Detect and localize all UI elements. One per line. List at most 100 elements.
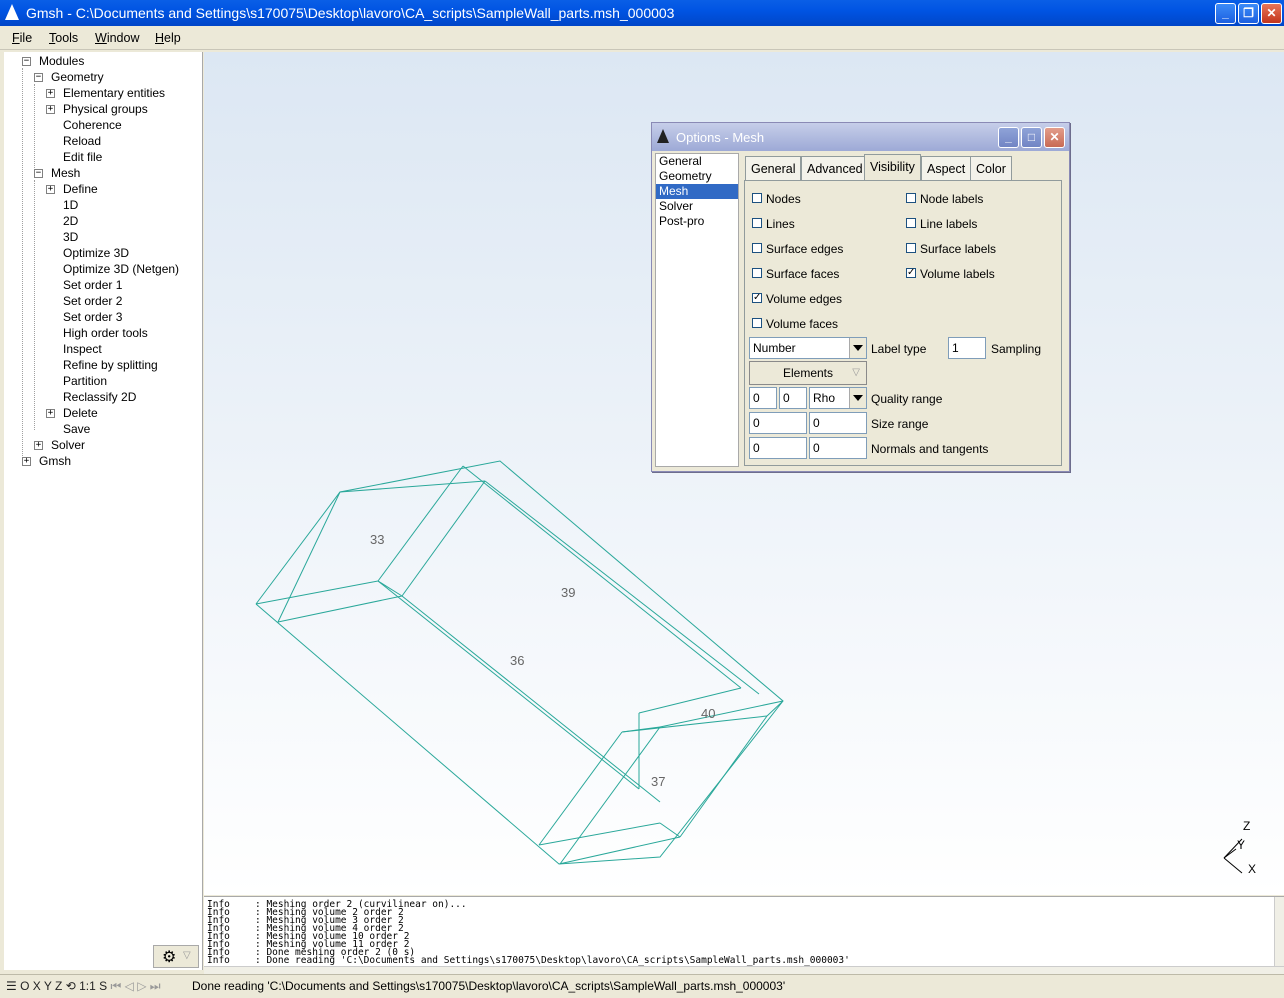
tree-item-set-order-2[interactable]: Set order 2 bbox=[63, 293, 122, 309]
settings-button[interactable]: ⚙ ▽ bbox=[153, 945, 199, 968]
expand-icon[interactable]: + bbox=[46, 89, 55, 98]
checkbox-box[interactable] bbox=[906, 193, 916, 203]
checkbox-box[interactable] bbox=[752, 318, 762, 328]
size-min-input[interactable]: 0 bbox=[749, 412, 807, 434]
category-mesh[interactable]: Mesh bbox=[656, 184, 738, 199]
category-solver[interactable]: Solver bbox=[656, 199, 738, 214]
module-tree: − Modules − Geometry + Elementary entiti… bbox=[4, 52, 203, 970]
collapse-icon[interactable]: − bbox=[22, 57, 31, 66]
menu-tools[interactable]: Tools bbox=[49, 31, 78, 45]
expand-icon[interactable]: + bbox=[46, 105, 55, 114]
category-geometry[interactable]: Geometry bbox=[656, 169, 738, 184]
expand-icon[interactable]: + bbox=[34, 441, 43, 450]
checkbox-box[interactable] bbox=[752, 243, 762, 253]
tab-color[interactable]: Color bbox=[970, 156, 1012, 181]
tab-general[interactable]: General bbox=[745, 156, 802, 181]
checkbox-label: Surface edges bbox=[766, 242, 844, 256]
menu-bar: File Tools Window Help bbox=[0, 26, 1284, 50]
gear-icon: ⚙ bbox=[162, 949, 177, 966]
minimize-button[interactable]: _ bbox=[1215, 3, 1236, 24]
tab-advanced[interactable]: Advanced bbox=[801, 156, 869, 181]
restore-button[interactable]: ❐ bbox=[1238, 3, 1259, 24]
expand-icon[interactable]: + bbox=[46, 185, 55, 194]
chevron-down-icon[interactable] bbox=[849, 388, 866, 408]
tree-item-set-order-3[interactable]: Set order 3 bbox=[63, 309, 122, 325]
tree-item-high-order-tools[interactable]: High order tools bbox=[63, 325, 148, 341]
mesh-edge bbox=[538, 822, 661, 846]
checkbox-label: Node labels bbox=[920, 192, 984, 206]
axis-view-buttons[interactable]: O X Y Z bbox=[20, 979, 62, 993]
tree-item-edit-file[interactable]: Edit file bbox=[63, 149, 102, 165]
gmsh-logo-icon bbox=[657, 129, 669, 143]
expand-icon[interactable]: + bbox=[22, 457, 31, 466]
tree-item-3d[interactable]: 3D bbox=[63, 229, 78, 245]
tree-item-save[interactable]: Save bbox=[63, 421, 90, 437]
playback-controls-icon[interactable]: ⏮ ◁ ▷ ⏭ bbox=[111, 979, 161, 993]
close-button[interactable]: ✕ bbox=[1261, 3, 1282, 24]
checkbox-box[interactable] bbox=[752, 218, 762, 228]
dropdown-triangle-icon: ▽ bbox=[183, 950, 191, 961]
menu-lines-icon[interactable]: ☰ bbox=[6, 979, 17, 993]
checkbox-box[interactable] bbox=[752, 268, 762, 278]
tree-label: Gmsh bbox=[39, 454, 72, 468]
dialog-close-button[interactable]: ✕ bbox=[1044, 127, 1065, 148]
tree-item-coherence[interactable]: Coherence bbox=[63, 117, 122, 133]
tree-item-optimize-3d-netgen[interactable]: Optimize 3D (Netgen) bbox=[63, 261, 179, 277]
tree-item-reload[interactable]: Reload bbox=[63, 133, 101, 149]
collapse-icon[interactable]: − bbox=[34, 73, 43, 82]
expand-icon[interactable]: + bbox=[46, 409, 55, 418]
tree-item-optimize-3d[interactable]: Optimize 3D bbox=[63, 245, 129, 261]
category-list: General Geometry Mesh Solver Post-pro bbox=[655, 153, 739, 467]
menu-file[interactable]: File bbox=[12, 31, 32, 45]
tree-item-reclassify-2d[interactable]: Reclassify 2D bbox=[63, 389, 136, 405]
tree-item-refine-by-splitting[interactable]: Refine by splitting bbox=[63, 357, 158, 373]
message-line: Info: Done reading 'C:\Documents and Set… bbox=[207, 955, 850, 966]
vertical-scrollbar[interactable] bbox=[1274, 897, 1284, 967]
mesh-edge bbox=[277, 491, 341, 623]
checkbox-label: Surface faces bbox=[766, 267, 840, 281]
horizontal-scrollbar[interactable] bbox=[204, 966, 1284, 974]
quality-range-label: Quality range bbox=[871, 392, 943, 406]
tree-label: Geometry bbox=[51, 70, 104, 84]
tree-item-1d[interactable]: 1D bbox=[63, 197, 78, 213]
message-console[interactable]: Info: Meshing order 2 (curvilinear on)..… bbox=[204, 896, 1284, 974]
mesh-edge bbox=[401, 595, 661, 803]
volume-label: 36 bbox=[510, 653, 524, 668]
checkbox-box-checked[interactable]: ✓ bbox=[752, 293, 762, 303]
tab-visibility[interactable]: Visibility bbox=[864, 154, 921, 181]
tangents-input[interactable]: 0 bbox=[809, 437, 867, 459]
scale-button[interactable]: 1:1 bbox=[79, 979, 96, 993]
size-max-input[interactable]: 0 bbox=[809, 412, 867, 434]
category-post-pro[interactable]: Post-pro bbox=[656, 214, 738, 229]
quality-min-input[interactable]: 0 bbox=[749, 387, 777, 409]
collapse-icon[interactable]: − bbox=[34, 169, 43, 178]
normals-input[interactable]: 0 bbox=[749, 437, 807, 459]
label-type-select[interactable]: Number bbox=[749, 337, 867, 359]
snapshot-button[interactable]: S bbox=[99, 979, 107, 993]
dialog-minimize-button[interactable]: _ bbox=[998, 127, 1019, 148]
sampling-input[interactable]: 1 bbox=[948, 337, 986, 359]
checkbox-box[interactable] bbox=[752, 193, 762, 203]
tree-item-set-order-1[interactable]: Set order 1 bbox=[63, 277, 122, 293]
normals-tangents-label: Normals and tangents bbox=[871, 442, 989, 456]
menu-help[interactable]: Help bbox=[155, 31, 181, 45]
checkbox-box[interactable] bbox=[906, 243, 916, 253]
tree-item-inspect[interactable]: Inspect bbox=[63, 341, 102, 357]
category-general[interactable]: General bbox=[656, 154, 738, 169]
rotate-icon[interactable]: ⟲ bbox=[66, 979, 76, 993]
chevron-down-icon[interactable] bbox=[849, 338, 866, 358]
tree-item-partition[interactable]: Partition bbox=[63, 373, 107, 389]
mesh-edge bbox=[621, 715, 768, 733]
tab-aspect[interactable]: Aspect bbox=[921, 156, 972, 181]
checkbox-box-checked[interactable]: ✓ bbox=[906, 268, 916, 278]
quality-max-input[interactable]: 0 bbox=[779, 387, 807, 409]
checkbox-box[interactable] bbox=[906, 218, 916, 228]
mesh-edge bbox=[401, 480, 486, 597]
elements-menu-button[interactable]: Elements ▽ bbox=[749, 361, 867, 385]
menu-window[interactable]: Window bbox=[95, 31, 139, 45]
tree-item-2d[interactable]: 2D bbox=[63, 213, 78, 229]
quality-type-select[interactable]: Rho bbox=[809, 387, 867, 409]
dialog-maximize-button[interactable]: □ bbox=[1021, 127, 1042, 148]
mesh-edge bbox=[462, 465, 742, 689]
message-text: : Done reading 'C:\Documents and Setting… bbox=[255, 955, 850, 966]
